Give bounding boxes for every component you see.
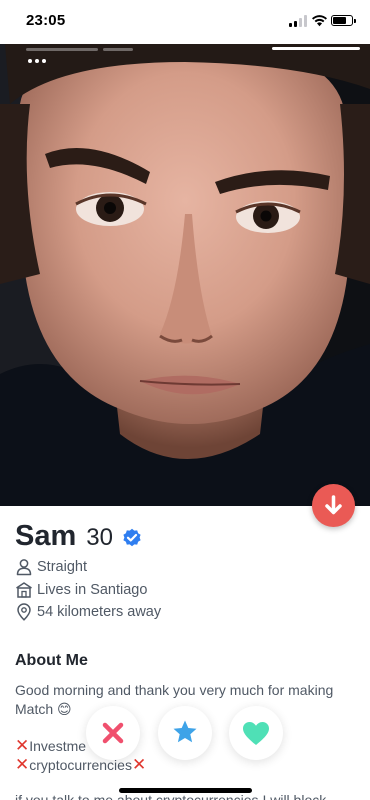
distance-text: 54 kilometers away bbox=[37, 604, 162, 620]
home-indicator[interactable] bbox=[119, 788, 252, 793]
battery-level bbox=[333, 17, 346, 24]
nope-button[interactable] bbox=[86, 706, 140, 760]
orientation-text: Straight bbox=[37, 559, 87, 575]
collapse-profile-button[interactable] bbox=[312, 484, 355, 527]
home-icon bbox=[16, 582, 32, 598]
wifi-icon bbox=[312, 15, 327, 27]
verified-badge-icon bbox=[123, 528, 141, 547]
status-time: 23:05 bbox=[26, 12, 66, 29]
x-icon bbox=[102, 722, 124, 744]
about-me-heading: About Me bbox=[15, 652, 88, 669]
status-bar: 23:05 bbox=[0, 0, 370, 44]
profile-name: Sam bbox=[15, 520, 77, 552]
more-dots-icon[interactable] bbox=[26, 56, 48, 66]
name-row: Sam 30 bbox=[15, 520, 113, 554]
profile-photo[interactable] bbox=[0, 44, 370, 506]
bio-line-warning: if you talk to me about cryptocurrencies… bbox=[15, 792, 327, 800]
super-like-button[interactable] bbox=[158, 706, 212, 760]
action-bar bbox=[0, 700, 370, 766]
star-icon bbox=[173, 720, 197, 743]
battery-icon bbox=[331, 15, 356, 26]
arrow-down-icon bbox=[325, 495, 342, 515]
profile-screen: 23:05 Sam 30 Straight Lives in Santiago … bbox=[0, 0, 370, 800]
like-button[interactable] bbox=[229, 706, 283, 760]
location-pin-icon bbox=[17, 603, 31, 621]
person-icon bbox=[16, 559, 32, 576]
profile-age: 30 bbox=[86, 524, 113, 551]
heart-icon bbox=[243, 722, 269, 745]
location-text: Lives in Santiago bbox=[37, 582, 148, 598]
profile-photo-image bbox=[0, 44, 370, 506]
signal-icon bbox=[289, 15, 309, 27]
